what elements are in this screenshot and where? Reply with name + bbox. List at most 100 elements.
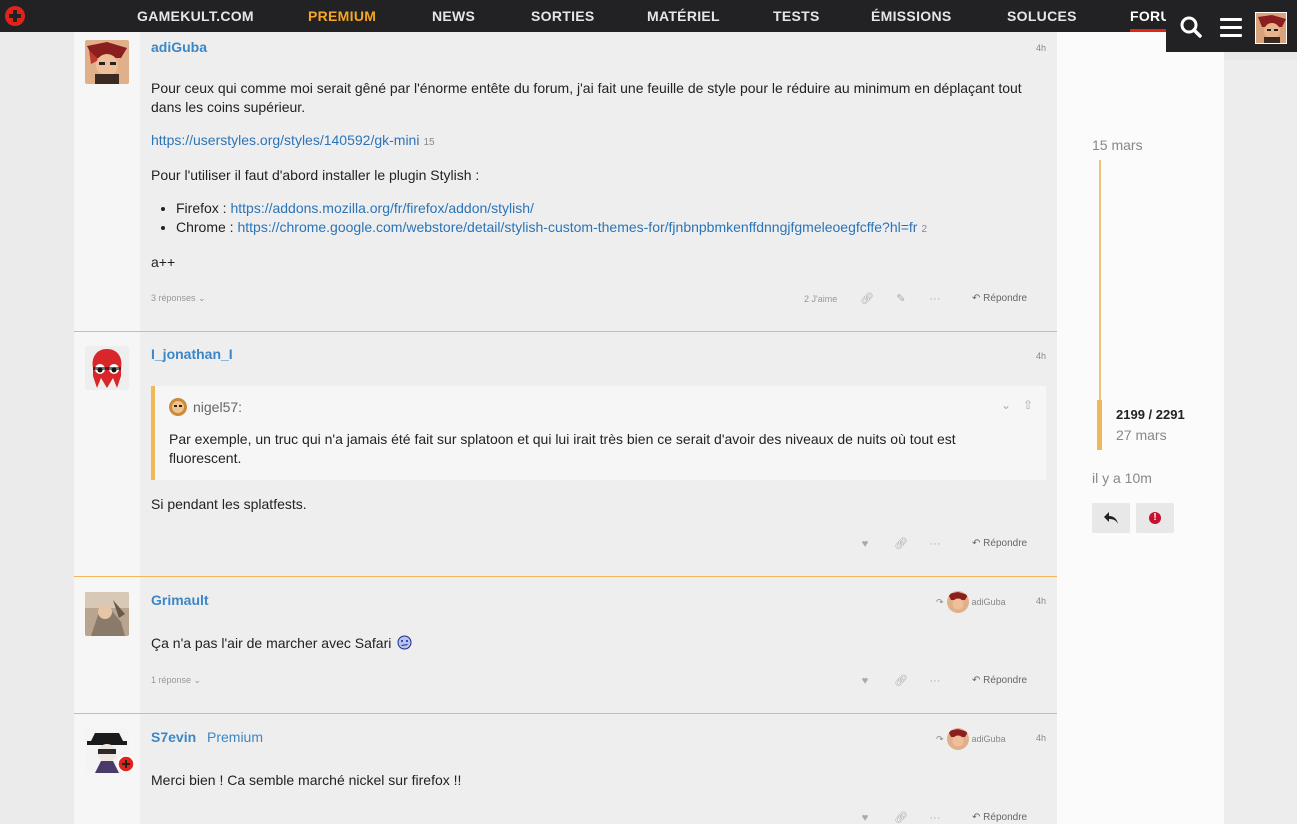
nav-item-tests[interactable]: TESTS xyxy=(773,0,820,32)
reply-to-username: adiGuba xyxy=(971,734,1006,744)
post-paragraph: Pour ceux qui comme moi serait gêné par … xyxy=(151,80,1022,115)
more-icon[interactable]: ··· xyxy=(928,292,942,306)
reply-button[interactable]: ↶ Répondre xyxy=(972,675,1027,686)
reply-to-arrow-icon: ↷ xyxy=(936,733,944,744)
more-icon[interactable]: ··· xyxy=(928,811,942,824)
link-icon[interactable]: 🔗︎ xyxy=(894,674,908,688)
quote-block: nigel57: ⌄ ⇧ Par exemple, un truc qui n'… xyxy=(151,386,1046,480)
link-icon[interactable]: 🔗︎ xyxy=(860,292,874,306)
nav-item-forum[interactable]: FORU xyxy=(1130,0,1171,32)
post-actions: 3 réponses ⌄ 2 J'aime 🔗︎ ✎ ··· ↶ Répondr… xyxy=(151,290,1041,310)
reply-arrow-icon: ↶ xyxy=(972,812,981,823)
post-timestamp[interactable]: 4h xyxy=(1036,351,1046,361)
nav-item-premium[interactable]: PREMIUM xyxy=(308,0,376,32)
post-content: Pour ceux qui comme moi serait gêné par … xyxy=(151,79,1041,286)
reply-icon xyxy=(1104,512,1118,524)
reply-to-username: adiGuba xyxy=(971,597,1006,607)
timeline-flag-button[interactable]: ! xyxy=(1136,503,1174,533)
link-click-count: 2 xyxy=(921,224,928,235)
reply-arrow-icon: ↶ xyxy=(972,675,981,686)
topic-timeline: 15 mars 2199 / 2291 27 mars il y a 10m ! xyxy=(1057,32,1224,824)
nav-item-news[interactable]: NEWS xyxy=(432,0,475,32)
timeline-start-date[interactable]: 15 mars xyxy=(1092,137,1143,153)
nav-item-soluces[interactable]: SOLUCES xyxy=(1007,0,1077,32)
top-navbar: GAMEKULT.COM PREMIUM NEWS SORTIES MATÉRI… xyxy=(0,0,1297,32)
alert-icon: ! xyxy=(1149,512,1161,524)
chevron-down-icon[interactable]: ⌄ xyxy=(1001,398,1011,412)
nav-active-indicator xyxy=(1130,29,1170,32)
search-icon[interactable] xyxy=(1180,16,1202,38)
timeline-end-label[interactable]: il y a 10m xyxy=(1092,470,1152,486)
heart-icon[interactable]: ♥ xyxy=(858,811,872,824)
post-paragraph: Si pendant les splatfests. xyxy=(151,496,307,512)
current-user-avatar[interactable] xyxy=(1255,12,1287,44)
post-timestamp[interactable]: 4h xyxy=(1036,596,1046,606)
post-actions: ♥ 🔗︎ ··· ↶ Répondre xyxy=(151,809,1041,824)
avatar[interactable] xyxy=(85,729,135,773)
likes-count[interactable]: 2 J'aime xyxy=(804,294,837,304)
post-s7evin: S7evin Premium ↷ adiGuba 4h Merci bien !… xyxy=(74,714,1057,824)
edit-icon[interactable]: ✎ xyxy=(894,292,908,306)
reply-to-avatar xyxy=(946,728,969,750)
reply-button[interactable]: ↶ Répondre xyxy=(972,538,1027,549)
heart-icon[interactable]: ♥ xyxy=(858,537,872,551)
post-username[interactable]: adiGuba xyxy=(151,39,207,55)
background-shape xyxy=(0,32,74,824)
post-actions: ♥ 🔗︎ ··· ↶ Répondre xyxy=(151,535,1041,555)
reply-arrow-icon: ↶ xyxy=(972,293,981,304)
browser-list: Firefox : https://addons.mozilla.org/fr/… xyxy=(176,199,1041,239)
gamekult-logo-icon[interactable] xyxy=(5,6,25,26)
avatar[interactable] xyxy=(85,40,129,84)
reply-to-indicator[interactable]: ↷ adiGuba xyxy=(936,591,1006,613)
post-paragraph: a++ xyxy=(151,254,176,270)
reply-to-arrow-icon: ↷ xyxy=(936,596,944,607)
nav-item-materiel[interactable]: MATÉRIEL xyxy=(647,0,720,32)
quote-header[interactable]: nigel57: xyxy=(169,398,242,416)
nav-item-emissions[interactable]: ÉMISSIONS xyxy=(871,0,952,32)
list-item-label: Firefox : xyxy=(176,200,231,216)
timeline-handle[interactable] xyxy=(1097,400,1102,450)
more-icon[interactable]: ··· xyxy=(928,674,942,688)
hamburger-menu-icon[interactable] xyxy=(1220,18,1242,37)
avatar[interactable] xyxy=(85,592,129,636)
quote-author-avatar xyxy=(169,398,187,416)
quote-text: Par exemple, un truc qui n'a jamais été … xyxy=(169,431,956,466)
userstyles-link[interactable]: https://userstyles.org/styles/140592/gk-… xyxy=(151,132,419,148)
heart-icon[interactable]: ♥ xyxy=(858,674,872,688)
reply-arrow-icon: ↶ xyxy=(972,538,981,549)
reply-label: Répondre xyxy=(983,538,1028,549)
chrome-store-link[interactable]: https://chrome.google.com/webstore/detai… xyxy=(237,219,917,235)
show-replies-button[interactable]: 1 réponse ⌄ xyxy=(151,675,201,686)
reply-button[interactable]: ↶ Répondre xyxy=(972,293,1027,304)
post-actions: 1 réponse ⌄ ♥ 🔗︎ ··· ↶ Répondre xyxy=(151,672,1041,692)
replies-count: 1 réponse xyxy=(151,675,192,685)
post-i-jonathan-i: I_jonathan_I 4h nigel57: ⌄ ⇧ Par exemple… xyxy=(74,332,1057,576)
post-username[interactable]: S7evin xyxy=(151,729,196,745)
post-adiguba: adiGuba 4h Pour ceux qui comme moi serai… xyxy=(74,32,1057,331)
reply-to-indicator[interactable]: ↷ adiGuba xyxy=(936,728,1006,750)
more-icon[interactable]: ··· xyxy=(928,537,942,551)
replies-count: 3 réponses xyxy=(151,293,196,303)
user-title-badge[interactable]: Premium xyxy=(207,729,263,745)
reply-to-avatar xyxy=(946,591,969,613)
nav-item-sorties[interactable]: SORTIES xyxy=(531,0,595,32)
list-item-label: Chrome : xyxy=(176,219,238,235)
firefox-addon-link[interactable]: https://addons.mozilla.org/fr/firefox/ad… xyxy=(230,200,533,216)
show-replies-button[interactable]: 3 réponses ⌄ xyxy=(151,293,206,304)
post-paragraph: Ça n'a pas l'air de marcher avec Safari xyxy=(151,634,1041,653)
post-grimault: Grimault ↷ adiGuba 4h Ça n'a pas l'air d… xyxy=(74,577,1057,713)
nav-item-gamekult[interactable]: GAMEKULT.COM xyxy=(137,0,254,32)
post-username[interactable]: Grimault xyxy=(151,592,209,608)
link-icon[interactable]: 🔗︎ xyxy=(894,811,908,824)
post-timestamp[interactable]: 4h xyxy=(1036,733,1046,743)
post-paragraph: https://userstyles.org/styles/140592/gk-… xyxy=(151,131,1041,152)
post-timestamp[interactable]: 4h xyxy=(1036,43,1046,53)
avatar[interactable] xyxy=(85,346,129,390)
timeline-reply-button[interactable] xyxy=(1092,503,1130,533)
arrow-up-icon[interactable]: ⇧ xyxy=(1023,398,1033,412)
link-icon[interactable]: 🔗︎ xyxy=(894,537,908,551)
reply-button[interactable]: ↶ Répondre xyxy=(972,812,1027,823)
post-username[interactable]: I_jonathan_I xyxy=(151,346,233,362)
reply-label: Répondre xyxy=(983,812,1028,823)
chevron-down-icon: ⌄ xyxy=(198,293,206,303)
